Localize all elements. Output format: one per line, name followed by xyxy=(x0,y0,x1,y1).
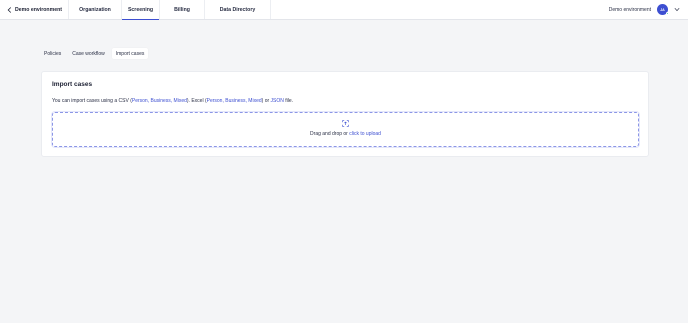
desc-text: file. xyxy=(283,98,294,104)
tab-data-directory[interactable]: Data Directory xyxy=(205,0,271,19)
avatar-initials: JA xyxy=(660,7,665,12)
subtab-label: Import cases xyxy=(115,50,145,57)
dropzone-label: Drag and drop or xyxy=(310,131,350,137)
csv-template-link[interactable]: Person, Business, Mixed xyxy=(132,98,187,104)
environment-label: Demo environment xyxy=(608,6,651,13)
import-cases-card: Import cases You can import cases using … xyxy=(41,71,649,157)
account-area: Demo environment JA xyxy=(609,0,688,19)
chevron-left-icon xyxy=(7,6,12,13)
tab-organization[interactable]: Organization xyxy=(69,0,122,19)
tab-label: Organization xyxy=(79,6,111,13)
tab-billing[interactable]: Billing xyxy=(160,0,205,19)
back-label: Demo environment xyxy=(15,6,62,13)
click-to-upload-link[interactable]: click to upload xyxy=(349,131,381,137)
subtab-label: Case workflow xyxy=(72,50,105,57)
dropzone-text: Drag and drop or click to upload xyxy=(53,131,638,137)
avatar[interactable]: JA xyxy=(657,4,669,15)
excel-template-link[interactable]: Person, Business, Mixed xyxy=(207,98,262,104)
screening-subtabs: Policies Case workflow Import cases xyxy=(40,48,149,59)
tab-screening[interactable]: Screening xyxy=(122,0,160,20)
subtab-label: Policies xyxy=(44,50,62,57)
tab-label: Screening xyxy=(127,6,154,13)
json-template-link[interactable]: JSON xyxy=(271,98,284,104)
desc-text: You can import cases using a CSV ( xyxy=(52,98,132,104)
subtab-policies[interactable]: Policies xyxy=(40,48,65,59)
tab-label: Data Directory xyxy=(219,6,256,13)
import-description: You can import cases using a CSV (Person… xyxy=(52,98,293,104)
desc-text: ) or xyxy=(261,98,271,104)
back-to-environment-button[interactable]: Demo environment xyxy=(0,0,69,19)
upload-icon xyxy=(342,120,349,127)
tab-label: Billing xyxy=(174,6,190,13)
online-status-dot xyxy=(665,11,669,15)
desc-text: ). Excel ( xyxy=(186,98,207,104)
subtab-case-workflow[interactable]: Case workflow xyxy=(68,48,109,59)
card-title: Import cases xyxy=(52,81,93,88)
top-navigation: Demo environment Organization Screening … xyxy=(0,0,688,20)
chevron-down-icon[interactable] xyxy=(674,7,680,12)
file-dropzone[interactable]: Drag and drop or click to upload xyxy=(52,112,639,147)
subtab-import-cases[interactable]: Import cases xyxy=(111,48,149,59)
